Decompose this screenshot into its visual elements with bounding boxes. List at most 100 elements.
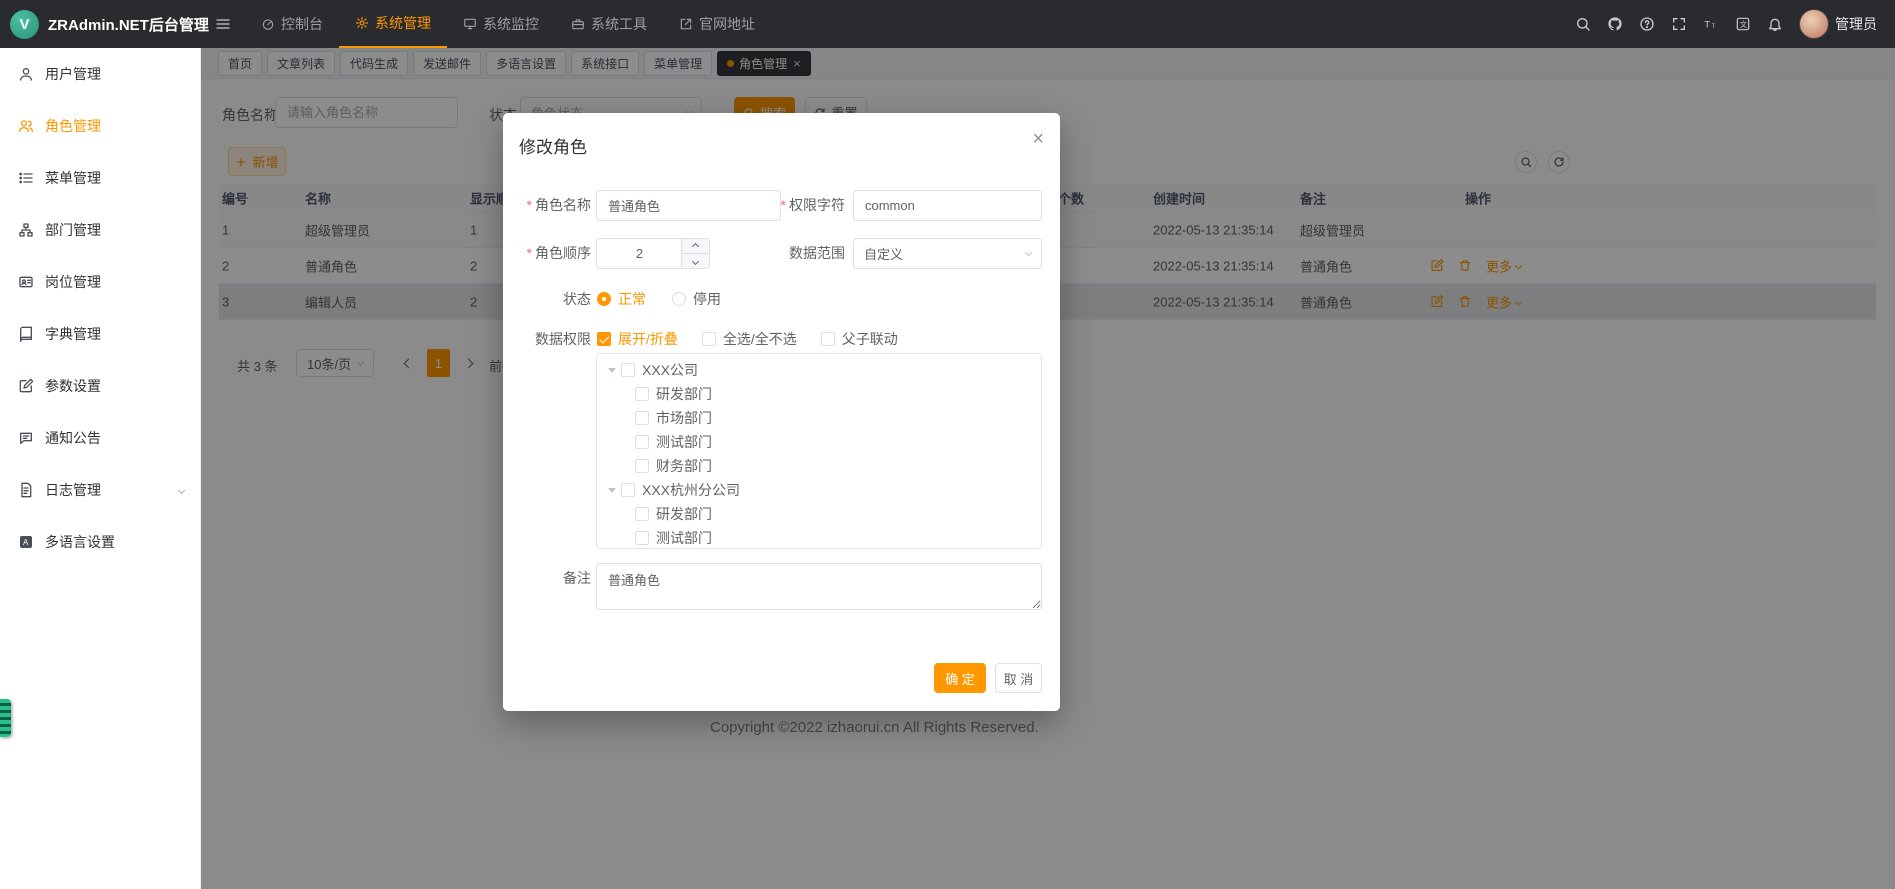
gear-icon <box>355 16 369 30</box>
confirm-button[interactable]: 确 定 <box>934 663 986 693</box>
sidebar-item-menus[interactable]: 菜单管理 <box>0 152 200 204</box>
checkbox-select-all[interactable] <box>702 332 716 346</box>
corner-widget[interactable] <box>0 699 11 737</box>
perm-char-input[interactable] <box>853 190 1042 221</box>
translate-icon: A <box>18 534 34 550</box>
sidebar-item-users[interactable]: 用户管理 <box>0 48 200 100</box>
radio-label-disabled[interactable]: 停用 <box>693 289 721 309</box>
tree-checkbox[interactable] <box>635 459 649 473</box>
decrease-button[interactable] <box>682 254 709 268</box>
stepper-controls <box>681 239 709 268</box>
label-text: 数据权限 <box>535 331 591 347</box>
sidebar-label: 多语言设置 <box>45 532 115 552</box>
notifications-button[interactable] <box>1767 16 1783 32</box>
svg-text:A: A <box>23 538 29 547</box>
sidebar-item-roles[interactable]: 角色管理 <box>0 100 200 152</box>
radio-normal[interactable] <box>597 292 611 306</box>
role-order-input[interactable] <box>597 239 682 268</box>
tree-checkbox[interactable] <box>621 483 635 497</box>
increase-button[interactable] <box>682 239 709 254</box>
users-icon <box>18 118 34 134</box>
nav-label: 控制台 <box>281 14 323 34</box>
checkbox-expand-collapse[interactable] <box>597 332 611 346</box>
role-name-input[interactable] <box>596 190 781 221</box>
org-tree-icon <box>18 222 34 238</box>
sidebar-item-notices[interactable]: 通知公告 <box>0 412 200 464</box>
tree-node[interactable]: 市场部门 <box>597 406 1041 430</box>
tree-node[interactable]: 测试部门 <box>597 430 1041 454</box>
label-text: 角色顺序 <box>535 245 591 261</box>
nav-item-system-monitor[interactable]: 系统监控 <box>447 0 555 48</box>
nav-item-console[interactable]: 控制台 <box>245 0 339 48</box>
github-button[interactable] <box>1607 16 1623 32</box>
checkbox-label-select-all[interactable]: 全选/全不选 <box>723 329 797 349</box>
tree-node[interactable]: 研发部门 <box>597 502 1041 526</box>
nav-item-website[interactable]: 官网地址 <box>663 0 771 48</box>
tree-checkbox[interactable] <box>635 531 649 545</box>
sidebar-label: 参数设置 <box>45 376 101 396</box>
tree-node-label[interactable]: XXX杭州分公司 <box>642 480 740 500</box>
nav-item-system-tools[interactable]: 系统工具 <box>555 0 663 48</box>
radio-label-normal[interactable]: 正常 <box>618 289 646 309</box>
id-badge-icon <box>18 274 34 290</box>
radio-disabled[interactable] <box>672 292 686 306</box>
hamburger-icon <box>215 16 231 32</box>
avatar <box>1799 9 1829 39</box>
tree-checkbox[interactable] <box>635 387 649 401</box>
close-icon[interactable]: × <box>1032 129 1044 149</box>
tree-checkbox[interactable] <box>635 411 649 425</box>
help-button[interactable] <box>1639 16 1655 32</box>
gauge-icon <box>261 17 275 31</box>
language-button[interactable]: 文 <box>1735 16 1751 32</box>
label-text: 权限字符 <box>789 197 845 213</box>
remark-textarea[interactable]: 普通角色 <box>596 563 1042 610</box>
book-icon <box>18 326 34 342</box>
tree-node-label[interactable]: 研发部门 <box>656 384 712 404</box>
sidebar-toggle-button[interactable] <box>201 0 245 48</box>
data-scope-select[interactable]: 自定义 <box>853 238 1042 269</box>
header-actions: TT 文 管理员 <box>1575 9 1895 39</box>
sidebar-item-posts[interactable]: 岗位管理 <box>0 256 200 308</box>
checkbox-label-expand-collapse[interactable]: 展开/折叠 <box>618 329 678 349</box>
label-text: 角色名称 <box>535 197 591 213</box>
chevron-down-icon <box>178 486 185 493</box>
tree-node-label[interactable]: 测试部门 <box>656 432 712 452</box>
tree-node[interactable]: 研发部门 <box>597 382 1041 406</box>
monitor-icon <box>463 17 477 31</box>
document-icon <box>18 482 34 498</box>
sidebar-item-i18n[interactable]: A 多语言设置 <box>0 516 200 568</box>
chevron-down-icon <box>1025 249 1032 256</box>
font-size-button[interactable]: TT <box>1703 16 1719 32</box>
cancel-button[interactable]: 取 消 <box>995 663 1042 693</box>
user-menu[interactable]: 管理员 <box>1799 9 1877 39</box>
tree-expand-icon[interactable] <box>603 364 621 377</box>
tree-node-label[interactable]: XXX公司 <box>642 360 698 380</box>
sidebar-label: 用户管理 <box>45 64 101 84</box>
tree-node-label[interactable]: 测试部门 <box>656 528 712 548</box>
header-search-button[interactable] <box>1575 16 1591 32</box>
app-window: V ZRAdmin.NET后台管理 控制台 系统管理 系统监控 系统工具 <box>0 0 1895 889</box>
sidebar-item-logs[interactable]: 日志管理 <box>0 464 200 516</box>
sidebar-item-dicts[interactable]: 字典管理 <box>0 308 200 360</box>
tree-expand-icon[interactable] <box>603 484 621 497</box>
tree-node[interactable]: XXX杭州分公司 <box>597 478 1041 502</box>
checkbox-parent-child-link[interactable] <box>821 332 835 346</box>
tree-node-label[interactable]: 市场部门 <box>656 408 712 428</box>
tree-checkbox[interactable] <box>635 507 649 521</box>
tree-node[interactable]: 测试部门 <box>597 526 1041 549</box>
sidebar-label: 通知公告 <box>45 428 101 448</box>
tree-node[interactable]: 财务部门 <box>597 454 1041 478</box>
nav-item-system-mgmt[interactable]: 系统管理 <box>339 0 447 48</box>
font-size-icon: TT <box>1703 16 1719 32</box>
checkbox-label-parent-child-link[interactable]: 父子联动 <box>842 329 898 349</box>
sidebar-label: 字典管理 <box>45 324 101 344</box>
sidebar-item-departments[interactable]: 部门管理 <box>0 204 200 256</box>
tree-checkbox[interactable] <box>621 363 635 377</box>
tree-node[interactable]: XXX公司 <box>597 358 1041 382</box>
tree-node-label[interactable]: 财务部门 <box>656 456 712 476</box>
tree-checkbox[interactable] <box>635 435 649 449</box>
remark-label: 备注 <box>503 568 591 588</box>
fullscreen-button[interactable] <box>1671 16 1687 32</box>
sidebar-item-params[interactable]: 参数设置 <box>0 360 200 412</box>
tree-node-label[interactable]: 研发部门 <box>656 504 712 524</box>
